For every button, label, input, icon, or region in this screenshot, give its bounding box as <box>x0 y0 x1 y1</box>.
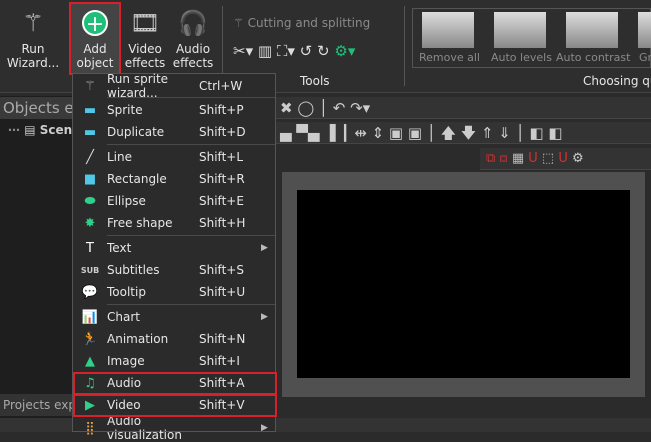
menu-item-tooltip[interactable]: 💬 Tooltip Shift+U <box>73 281 275 303</box>
run-wizard-button[interactable]: ⚚ Run Wizard... <box>2 4 64 70</box>
snap-toolbar: ⧉ ⧈ ▦ U ⬚ U ⚙ <box>480 148 651 170</box>
plus-circle-icon: + <box>71 4 119 42</box>
headphones-icon: 🎧 <box>178 9 208 37</box>
scene-icon: ▤ <box>24 123 40 137</box>
undo-icon[interactable]: ↶ <box>333 99 346 117</box>
menu-item-chart[interactable]: 📊 Chart ▶ <box>73 306 275 328</box>
audio-visualization-icon: ⣿ <box>85 420 95 436</box>
menu-item-free-shape[interactable]: ✸ Free shape Shift+H <box>73 212 275 234</box>
subtitles-icon: SUB <box>80 265 100 275</box>
grayscale-thumb[interactable] <box>638 12 651 48</box>
submenu-arrow-icon: ▶ <box>261 312 268 322</box>
menu-item-audio-visualization[interactable]: ⣿ Audio visualization ▶ <box>73 414 275 442</box>
delete-icon[interactable]: ✖ <box>280 99 293 117</box>
menu-item-duplicate[interactable]: ▬ Duplicate Shift+D <box>73 121 275 143</box>
remove-all-thumb[interactable] <box>422 12 474 48</box>
redo-icon[interactable]: ↷▾ <box>350 99 370 117</box>
ellipse-icon: ⬬ <box>84 193 96 209</box>
menu-item-image[interactable]: ▲ Image Shift+I <box>73 350 275 372</box>
quick-group-label: Choosing qu <box>583 74 651 88</box>
scene-canvas[interactable] <box>297 190 630 378</box>
duplicate-icon: ▬ <box>83 124 97 140</box>
menu-item-animation[interactable]: 🏃 Animation Shift+N <box>73 328 275 350</box>
wand-icon: ⚚ <box>84 78 96 94</box>
rotate-left-icon[interactable]: ↺ <box>300 42 313 60</box>
submenu-arrow-icon: ▶ <box>261 243 268 253</box>
gear-icon[interactable]: ⚙ <box>572 151 584 166</box>
auto-contrast-thumb[interactable] <box>566 12 618 48</box>
grayscale-label: Gr <box>639 51 651 64</box>
add-object-button[interactable]: + Add object <box>69 2 121 75</box>
auto-levels-thumb[interactable] <box>494 12 546 48</box>
cutting-splitting-button[interactable]: ⚚ Cutting and splitting <box>233 16 370 30</box>
menu-item-line[interactable]: ╱ Line Shift+L <box>73 146 275 168</box>
film-icon: 🎞 <box>129 9 161 37</box>
crop-icon[interactable]: ⛶▾ <box>277 42 295 60</box>
tools-group-label: Tools <box>300 74 330 88</box>
align-icons[interactable]: ▄ ▀▄ ▐ ┃ ⇹ ⇕ ▣ ▣ │ 🡅 🡇 ⇑ ⇓ │ ◧ ◧ <box>280 124 563 142</box>
text-icon: T <box>86 240 94 256</box>
scene-node[interactable]: ⋯ ▤ Scene <box>8 123 80 137</box>
menu-item-text[interactable]: T Text ▶ <box>73 237 275 259</box>
split-icon[interactable]: ▥ <box>258 42 272 60</box>
projects-explorer-title: Projects explo <box>0 394 72 416</box>
menu-separator <box>107 144 275 145</box>
menu-separator <box>107 235 275 236</box>
objects-explorer-title: Objects ex <box>0 97 72 119</box>
wrench-icon[interactable]: ⚙▾ <box>334 42 355 60</box>
align-toolbar: ▄ ▀▄ ▐ ┃ ⇹ ⇕ ▣ ▣ │ 🡅 🡇 ⇑ ⇓ │ ◧ ◧ <box>276 122 651 144</box>
wand-icon: ⚚ <box>22 9 44 37</box>
menu-item-rectangle[interactable]: ■ Rectangle Shift+R <box>73 168 275 190</box>
highlight-box <box>73 394 277 417</box>
auto-levels-label: Auto levels <box>491 51 552 64</box>
circle-icon[interactable]: ◯ <box>297 99 314 117</box>
tools-row: ✂▾ ▥ ⛶▾ ↺ ↻ ⚙▾ <box>233 42 355 60</box>
scissors-icon[interactable]: ✂▾ <box>233 42 253 60</box>
menu-item-sprite[interactable]: ▬ Sprite Shift+P <box>73 99 275 121</box>
line-icon: ╱ <box>86 149 94 165</box>
rectangle-icon: ■ <box>83 171 97 187</box>
menu-separator <box>107 304 275 305</box>
snap-icons[interactable]: ⧉ ⧈ ▦ U ⬚ U <box>486 151 568 166</box>
chart-icon: 📊 <box>81 309 99 325</box>
video-effects-button[interactable]: 🎞 Video effects <box>122 4 168 70</box>
menu-item-ellipse[interactable]: ⬬ Ellipse Shift+E <box>73 190 275 212</box>
objects-explorer-panel <box>0 96 72 432</box>
edit-toolbar: ✖ ◯ │ ↶ ↷▾ <box>276 97 651 119</box>
image-icon: ▲ <box>85 353 95 369</box>
wand-icon: ⚚ <box>233 16 248 30</box>
rotate-right-icon[interactable]: ↻ <box>317 42 330 60</box>
audio-effects-button[interactable]: 🎧 Audio effects <box>170 4 216 70</box>
auto-contrast-label: Auto contrast <box>556 51 631 64</box>
sprite-icon: ▬ <box>83 102 97 118</box>
animation-icon: 🏃 <box>81 331 99 347</box>
free-shape-icon: ✸ <box>84 215 96 231</box>
tooltip-icon: 💬 <box>81 284 99 300</box>
remove-all-label: Remove all <box>419 51 480 64</box>
highlight-box <box>73 372 277 395</box>
menu-item-run-sprite-wizard[interactable]: ⚚ Run sprite wizard... Ctrl+W <box>73 72 275 100</box>
add-object-menu: ⚚ Run sprite wizard... Ctrl+W ▬ Sprite Shift+… <box>72 72 277 442</box>
menu-item-subtitles[interactable]: SUB Subtitles Shift+S <box>73 259 275 281</box>
